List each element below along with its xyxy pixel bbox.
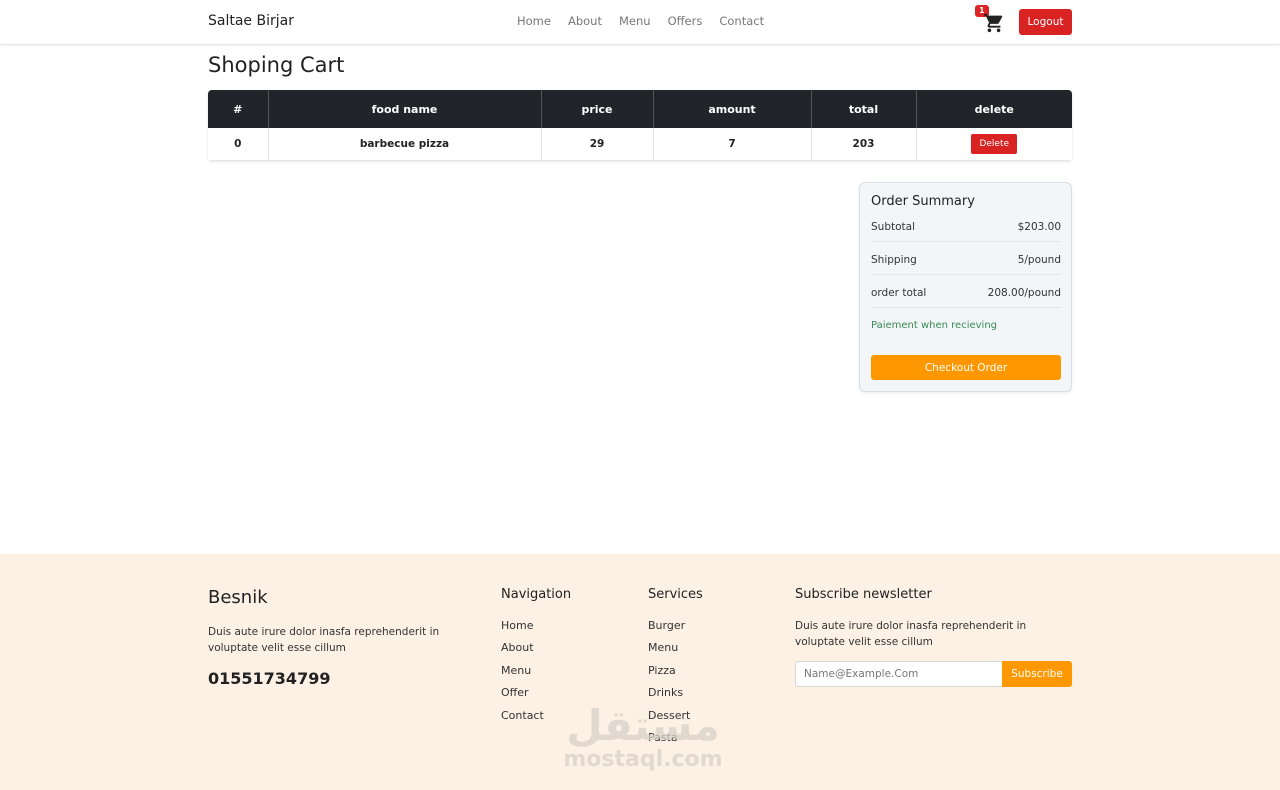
nav-link-menu[interactable]: Menu — [619, 14, 651, 28]
service-link-burger[interactable]: Burger — [648, 619, 690, 641]
watermark-latin-text: mostaql.com — [563, 747, 723, 772]
nav-link-home[interactable]: Home — [517, 14, 551, 28]
column-header: amount — [653, 90, 812, 128]
watermark-arabic-text: مستقل — [566, 701, 720, 750]
footer-navigation-list: Home About Menu Offer Contact — [501, 619, 544, 731]
food-name-cell: barbecue pizza — [268, 128, 542, 161]
nav-link-contact[interactable]: Contact — [719, 14, 764, 28]
service-link-pizza[interactable]: Pizza — [648, 664, 690, 686]
table-row: 0 barbecue pizza 29 7 203 Delete — [208, 128, 1072, 161]
newsletter-title: Subscribe newsletter — [795, 587, 932, 602]
footer-nav-link-offer[interactable]: Offer — [501, 686, 544, 708]
column-header: # — [208, 90, 269, 128]
footer-description: Duis aute irure dolor inasfa reprehender… — [208, 626, 440, 654]
service-link-menu[interactable]: Menu — [648, 641, 690, 663]
delete-cell: Delete — [916, 128, 1072, 161]
table-header-row: # food name price amount total delete — [208, 90, 1072, 128]
subtotal-label: Subtotal — [871, 221, 915, 233]
order-total-row: order total 208.00/pound — [871, 287, 1061, 308]
footer-brand: Besnik — [208, 587, 268, 608]
cart-table: # food name price amount total delete 0 … — [208, 90, 1072, 161]
column-header: price — [541, 90, 654, 128]
column-header: food name — [268, 90, 542, 128]
nav-link-about[interactable]: About — [568, 14, 602, 28]
row-index: 0 — [208, 128, 269, 161]
newsletter-description: Duis aute irure dolor inasfa reprehender… — [795, 620, 1027, 648]
subscribe-button[interactable]: Subscribe — [1002, 661, 1072, 687]
shipping-row: Shipping 5/pound — [871, 254, 1061, 275]
payment-note: Paiement when recieving — [871, 320, 998, 331]
total-cell: 203 — [811, 128, 917, 161]
footer-services-title: Services — [648, 587, 703, 602]
logout-button[interactable]: Logout — [1019, 9, 1072, 35]
order-total-label: order total — [871, 287, 927, 299]
shipping-value: 5/pound — [1017, 254, 1061, 266]
footer-nav-link-menu[interactable]: Menu — [501, 664, 544, 686]
navbar: Saltae Birjar Home About Menu Offers Con… — [0, 0, 1280, 45]
order-summary-title: Order Summary — [871, 194, 975, 209]
subtotal-row: Subtotal $203.00 — [871, 221, 1061, 242]
mostaql-watermark: مستقل mostaql.com — [563, 704, 723, 772]
brand-logo[interactable]: Saltae Birjar — [208, 13, 294, 29]
column-header: delete — [916, 90, 1072, 128]
delete-button[interactable]: Delete — [971, 133, 1018, 154]
order-summary-card: Order Summary Subtotal $203.00 Shipping … — [859, 182, 1072, 392]
checkout-order-button[interactable]: Checkout Order — [871, 355, 1061, 380]
column-header: total — [811, 90, 917, 128]
nav-links: Home About Menu Offers Contact — [517, 14, 781, 28]
footer-phone: 01551734799 — [208, 669, 331, 688]
newsletter-email-input[interactable] — [795, 661, 1002, 687]
newsletter-form: Subscribe — [795, 661, 1072, 687]
footer-navigation-title: Navigation — [501, 587, 572, 602]
footer-nav-link-contact[interactable]: Contact — [501, 709, 544, 731]
footer-nav-link-about[interactable]: About — [501, 641, 544, 663]
amount-cell: 7 — [653, 128, 812, 161]
page-title: Shoping Cart — [208, 53, 345, 77]
cart-icon[interactable] — [983, 12, 1005, 34]
price-cell: 29 — [541, 128, 654, 161]
nav-link-offers[interactable]: Offers — [668, 14, 703, 28]
subtotal-value: $203.00 — [1017, 221, 1061, 233]
order-total-value: 208.00/pound — [987, 287, 1061, 299]
shipping-label: Shipping — [871, 254, 917, 266]
footer-nav-link-home[interactable]: Home — [501, 619, 544, 641]
